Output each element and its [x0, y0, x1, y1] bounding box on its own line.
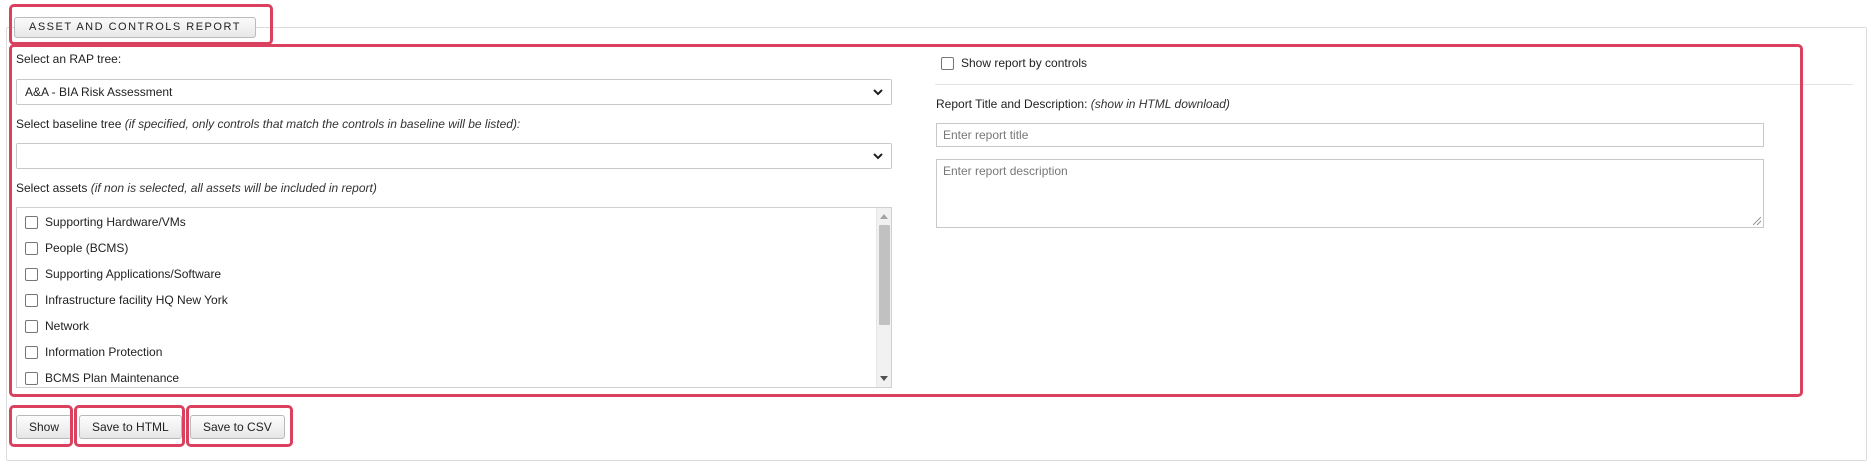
asset-item[interactable]: Supporting Hardware/VMs	[25, 213, 186, 231]
assets-list[interactable]: Supporting Hardware/VMs People (BCMS) Su…	[16, 207, 892, 388]
resize-grip-icon[interactable]	[1753, 217, 1761, 225]
asset-label: Supporting Applications/Software	[45, 267, 222, 281]
report-tab[interactable]: ASSET AND CONTROLS REPORT	[14, 17, 256, 38]
show-by-controls-option[interactable]: Show report by controls	[941, 56, 1087, 70]
show-by-controls-label: Show report by controls	[961, 56, 1088, 70]
report-title-placeholder: Enter report title	[943, 128, 1029, 142]
save-to-html-button[interactable]: Save to HTML	[79, 415, 182, 439]
chevron-down-icon	[873, 153, 883, 160]
baseline-tree-label: Select baseline tree (if specified, only…	[16, 117, 521, 131]
asset-label: Infrastructure facility HQ New York	[45, 293, 228, 307]
asset-item[interactable]: Infrastructure facility HQ New York	[25, 291, 228, 309]
asset-checkbox[interactable]	[25, 345, 38, 359]
asset-checkbox[interactable]	[25, 319, 38, 333]
report-hint: (show in HTML download)	[1090, 97, 1230, 111]
asset-checkbox[interactable]	[25, 371, 38, 385]
show-by-controls-checkbox[interactable]	[941, 56, 954, 70]
asset-item[interactable]: Information Protection	[25, 343, 162, 361]
baseline-tree-select[interactable]	[16, 143, 892, 169]
report-description-placeholder: Enter report description	[943, 164, 1068, 178]
report-description-textarea[interactable]: Enter report description	[936, 159, 1764, 228]
divider	[935, 84, 1853, 85]
asset-item[interactable]: Supporting Applications/Software	[25, 265, 221, 283]
report-tab-label[interactable]: ASSET AND CONTROLS REPORT	[14, 17, 256, 38]
assets-hint: (if non is selected, all assets will be …	[90, 181, 377, 195]
rap-tree-label: Select an RAP tree:	[16, 52, 122, 66]
asset-checkbox[interactable]	[25, 267, 38, 281]
scroll-down-icon[interactable]	[880, 376, 888, 381]
asset-item[interactable]: BCMS Plan Maintenance	[25, 369, 179, 387]
assets-label: Select assets (if non is selected, all a…	[16, 181, 377, 195]
scroll-thumb[interactable]	[879, 225, 890, 325]
rap-tree-select[interactable]: A&A - BIA Risk Assessment	[16, 79, 892, 105]
asset-label: BCMS Plan Maintenance	[45, 371, 180, 385]
rap-tree-selected: A&A - BIA Risk Assessment	[25, 85, 173, 99]
report-title-input[interactable]: Enter report title	[936, 123, 1764, 147]
show-button[interactable]: Show	[16, 415, 73, 439]
assets-scrollbar[interactable]	[876, 208, 891, 387]
asset-checkbox[interactable]	[25, 215, 38, 229]
save-to-csv-button[interactable]: Save to CSV	[190, 415, 285, 439]
asset-label: People (BCMS)	[45, 241, 129, 255]
baseline-tree-hint: (if specified, only controls that match …	[124, 117, 521, 131]
asset-item[interactable]: Network	[25, 317, 89, 335]
asset-checkbox[interactable]	[25, 241, 38, 255]
scroll-up-icon[interactable]	[880, 214, 888, 219]
asset-item[interactable]: People (BCMS)	[25, 239, 128, 257]
asset-label: Network	[45, 319, 90, 333]
report-title-description-label: Report Title and Description: (show in H…	[936, 97, 1230, 111]
asset-label: Information Protection	[45, 345, 163, 359]
asset-checkbox[interactable]	[25, 293, 38, 307]
chevron-down-icon	[873, 89, 883, 96]
asset-label: Supporting Hardware/VMs	[45, 215, 186, 229]
